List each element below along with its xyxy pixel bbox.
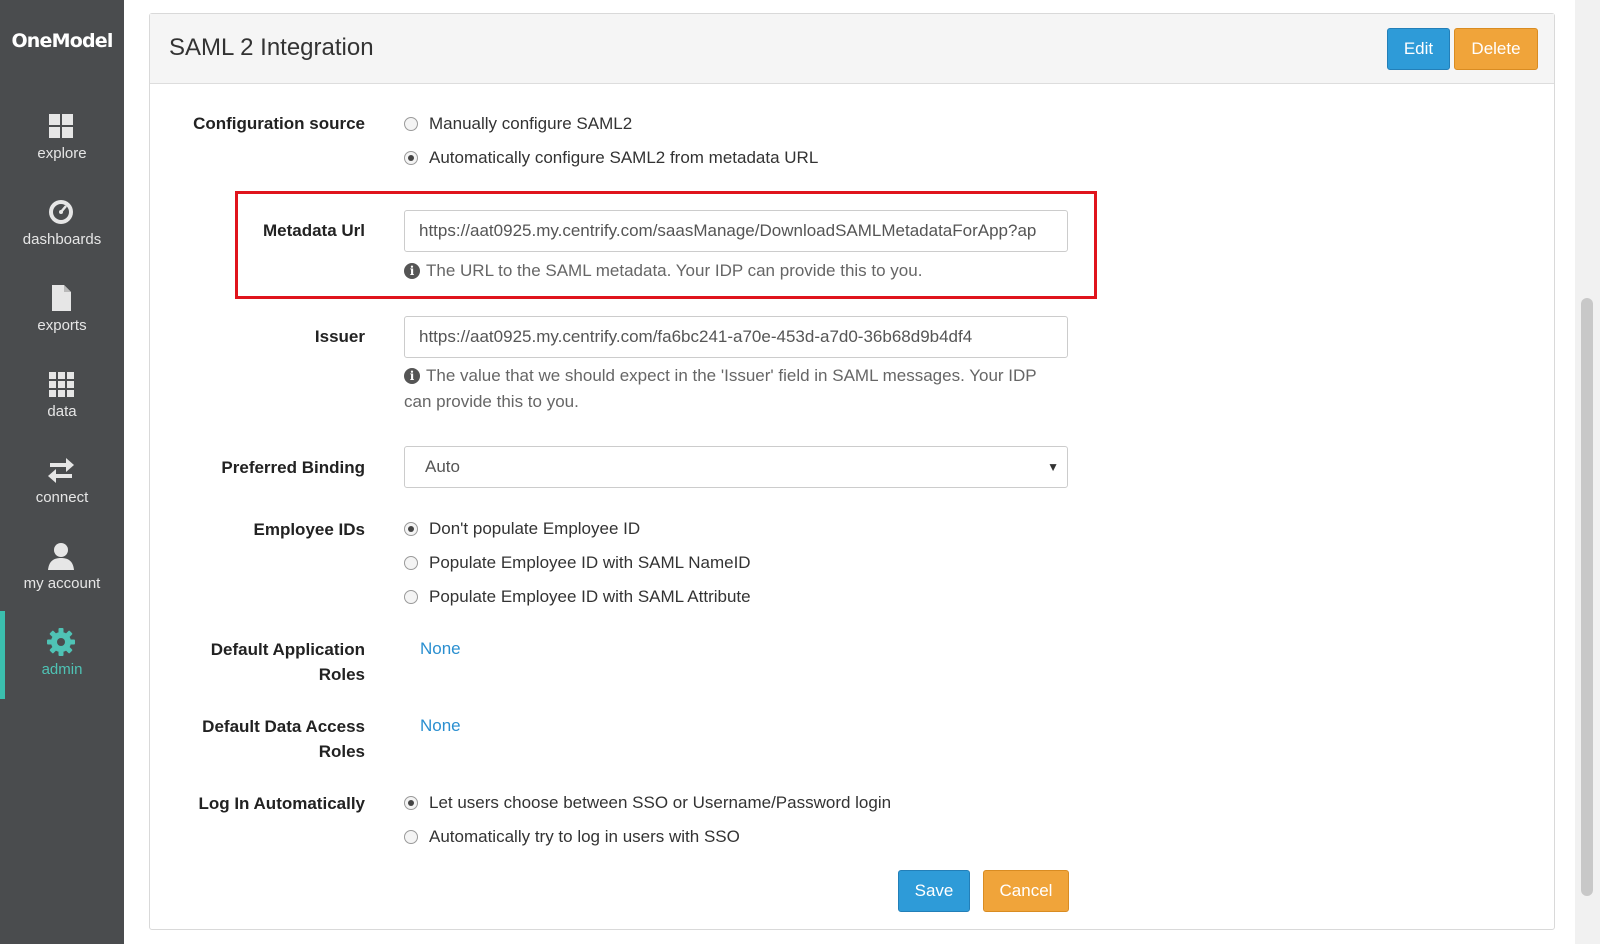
select-value: Auto — [425, 457, 460, 476]
radio-button[interactable] — [404, 151, 418, 165]
radio-label: Automatically configure SAML2 from metad… — [429, 148, 819, 167]
radio-label: Manually configure SAML2 — [429, 114, 633, 133]
delete-button[interactable]: Delete — [1454, 28, 1538, 70]
page-title: SAML 2 Integration — [169, 34, 374, 61]
label-line: Roles — [318, 665, 365, 684]
help-text: The value that we should expect in the '… — [404, 366, 1037, 411]
chevron-down-icon: ▼ — [1047, 460, 1059, 474]
employee-ids-label: Employee IDs — [253, 520, 366, 539]
default-data-roles-link[interactable]: None — [420, 716, 461, 736]
metadata-url-help: i The URL to the SAML metadata. Your IDP … — [404, 258, 1064, 284]
default-data-roles-label: Default Data Access Roles — [165, 714, 365, 764]
grid-icon — [49, 114, 73, 138]
nav-label: data — [47, 403, 77, 420]
metadata-url-input[interactable]: https://aat0925.my.centrify.com/saasMana… — [404, 210, 1068, 252]
radio-button[interactable] — [404, 117, 418, 131]
preferred-binding-label: Preferred Binding — [221, 458, 365, 477]
save-button[interactable]: Save — [898, 870, 970, 912]
radio-label: Populate Employee ID with SAML NameID — [429, 553, 751, 572]
issuer-input[interactable]: https://aat0925.my.centrify.com/fa6bc241… — [404, 316, 1068, 358]
log-in-auto-label: Log In Automatically — [198, 794, 365, 813]
info-icon: i — [404, 368, 420, 384]
preferred-binding-select[interactable]: Auto ▼ — [404, 446, 1068, 488]
user-icon — [48, 543, 74, 570]
nav-item-dashboards[interactable]: dashboards — [0, 181, 124, 269]
default-app-roles-link[interactable]: None — [420, 639, 461, 659]
issuer-help: i The value that we should expect in the … — [404, 363, 1064, 415]
panel-header: SAML 2 Integration Edit Delete — [150, 14, 1554, 84]
nav-label: dashboards — [22, 231, 102, 248]
radio-manual-config[interactable]: Manually configure SAML2 — [404, 112, 632, 136]
sidebar: OneModel explore dashboards exports data — [0, 0, 124, 944]
app-logo[interactable]: OneModel — [0, 30, 124, 52]
radio-auto-config[interactable]: Automatically configure SAML2 from metad… — [404, 146, 818, 170]
metadata-url-label: Metadata Url — [262, 221, 365, 240]
radio-employee-id-nameid[interactable]: Populate Employee ID with SAML NameID — [404, 551, 751, 575]
nav-item-my-account[interactable]: my account — [0, 525, 124, 613]
radio-label: Let users choose between SSO or Username… — [429, 793, 892, 812]
nav-label: exports — [37, 317, 87, 334]
radio-no-employee-id[interactable]: Don't populate Employee ID — [404, 517, 640, 541]
cancel-button[interactable]: Cancel — [983, 870, 1069, 912]
radio-user-choice-login[interactable]: Let users choose between SSO or Username… — [404, 791, 891, 815]
nav-item-admin[interactable]: admin — [0, 611, 124, 699]
label-line: Default Data Access — [202, 717, 365, 736]
radio-employee-id-attribute[interactable]: Populate Employee ID with SAML Attribute — [404, 585, 751, 609]
radio-label: Don't populate Employee ID — [429, 519, 641, 538]
arrows-swap-icon — [48, 458, 74, 483]
file-icon — [52, 285, 71, 311]
nav-label: admin — [41, 661, 83, 678]
nav-item-exports[interactable]: exports — [0, 267, 124, 355]
nav-label: connect — [35, 489, 89, 506]
edit-button[interactable]: Edit — [1387, 28, 1450, 70]
nav-label: my account — [23, 575, 101, 592]
nav-label: explore — [37, 145, 87, 162]
radio-label: Populate Employee ID with SAML Attribute — [429, 587, 751, 606]
radio-button[interactable] — [404, 796, 418, 810]
default-app-roles-label: Default Application Roles — [165, 637, 365, 687]
info-icon: i — [404, 263, 420, 279]
radio-auto-sso-login[interactable]: Automatically try to log in users with S… — [404, 825, 740, 849]
radio-button[interactable] — [404, 590, 418, 604]
issuer-label: Issuer — [314, 327, 365, 346]
radio-button[interactable] — [404, 522, 418, 536]
label-line: Roles — [318, 742, 365, 761]
help-text: The URL to the SAML metadata. Your IDP c… — [426, 261, 923, 280]
radio-button[interactable] — [404, 556, 418, 570]
gauge-icon — [49, 200, 73, 224]
scrollbar-thumb[interactable] — [1581, 298, 1593, 896]
config-source-label: Configuration source — [193, 114, 365, 133]
nav-item-explore[interactable]: explore — [0, 95, 124, 183]
gear-icon — [47, 628, 75, 656]
dots-grid-icon — [49, 372, 74, 397]
label-line: Default Application — [210, 640, 365, 659]
nav-item-data[interactable]: data — [0, 353, 124, 441]
radio-label: Automatically try to log in users with S… — [429, 827, 740, 846]
nav-item-connect[interactable]: connect — [0, 439, 124, 527]
vertical-scrollbar[interactable] — [1575, 0, 1600, 944]
radio-button[interactable] — [404, 830, 418, 844]
